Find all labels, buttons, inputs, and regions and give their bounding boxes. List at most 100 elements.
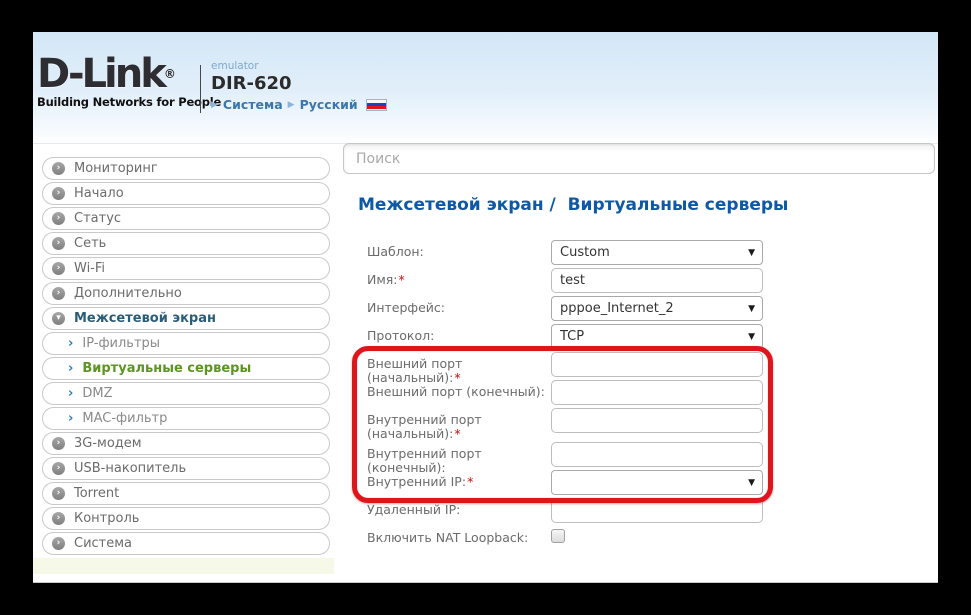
sidebar-item-3g-modem[interactable]: › 3G-модем [42, 432, 330, 455]
chevron-down-icon: ▼ [748, 332, 755, 342]
sidebar-item-torrent[interactable]: › Torrent [42, 482, 330, 505]
search-input[interactable] [343, 143, 935, 174]
nat-loopback-checkbox[interactable] [551, 529, 565, 543]
virtual-servers-form: Шаблон: Custom ▼ Имя:* Интерфейс: pppoe_I… [367, 240, 787, 552]
chevron-right-icon: › [68, 411, 73, 426]
template-select[interactable]: Custom ▼ [551, 240, 763, 265]
header-divider [200, 65, 201, 113]
emulator-label: emulator [211, 60, 387, 72]
form-row-internal-port-end: Внутренний порт (конечный): [367, 442, 787, 470]
chevron-circle-icon: › [52, 437, 65, 450]
chevron-circle-icon: › [52, 162, 65, 175]
chevron-circle-icon: › [52, 512, 65, 525]
select-value: TCP [560, 329, 584, 344]
required-asterisk: * [467, 474, 473, 489]
interface-label: Интерфейс: [367, 296, 551, 315]
sidebar-item-control[interactable]: › Контроль [42, 507, 330, 530]
breadcrumb-language-link[interactable]: Русский [300, 97, 358, 112]
chevron-down-icon: ▼ [748, 248, 755, 258]
chevron-down-circle-icon: ▾ [52, 312, 65, 325]
sidebar-item-firewall[interactable]: ▾ Межсетевой экран [42, 307, 330, 330]
sidebar-item-start[interactable]: › Начало [42, 182, 330, 205]
chevron-circle-icon: › [52, 212, 65, 225]
sidebar-item-label: Сеть [74, 236, 106, 251]
internal-port-end-input[interactable] [551, 442, 763, 467]
remote-ip-input[interactable] [551, 498, 763, 523]
chevron-circle-icon: › [52, 537, 65, 550]
form-row-remote-ip: Удаленный IP: [367, 498, 787, 526]
form-row-nat-loopback: Включить NAT Loopback: [367, 526, 787, 552]
select-value: pppoe_Internet_2 [560, 301, 674, 316]
sidebar-item-label: Межсетевой экран [74, 311, 216, 326]
protocol-label: Протокол: [367, 324, 551, 343]
internal-ip-select[interactable]: ▼ [551, 470, 763, 495]
sidebar-item-monitoring[interactable]: › Мониторинг [42, 157, 330, 180]
sidebar-item-label: Мониторинг [74, 161, 158, 176]
page-title: Межсетевой экран / Виртуальные серверы [358, 195, 788, 215]
form-row-name: Имя:* [367, 268, 787, 296]
form-row-template: Шаблон: Custom ▼ [367, 240, 787, 268]
breadcrumb: ▶ Система ▶ Русский [211, 97, 387, 112]
sidebar-item-status[interactable]: › Статус [42, 207, 330, 230]
sidebar-item-label: Статус [74, 211, 121, 226]
template-label: Шаблон: [367, 240, 551, 259]
interface-select[interactable]: pppoe_Internet_2 ▼ [551, 296, 763, 321]
sidebar-item-network[interactable]: › Сеть [42, 232, 330, 255]
sidebar-item-advanced[interactable]: › Дополнительно [42, 282, 330, 305]
sidebar-item-label: 3G-модем [74, 436, 142, 451]
internal-port-start-input[interactable] [551, 408, 763, 433]
name-label: Имя:* [367, 268, 551, 287]
breadcrumb-system-link[interactable]: Система [223, 97, 283, 112]
name-input[interactable] [551, 268, 763, 293]
breadcrumb-arrow-icon: ▶ [288, 100, 295, 110]
form-row-external-port-end: Внешний порт (конечный): [367, 380, 787, 408]
external-port-end-input[interactable] [551, 380, 763, 405]
sidebar-item-system[interactable]: › Система [42, 532, 330, 555]
sidebar-item-label: IP-фильтры [82, 336, 160, 351]
model-name: DIR-620 [211, 73, 387, 94]
chevron-circle-icon: › [52, 237, 65, 250]
sidebar-item-label: Система [74, 536, 132, 551]
form-row-internal-ip: Внутренний IP:* ▼ [367, 470, 787, 498]
sidebar-item-ip-filters[interactable]: › IP-фильтры [42, 332, 330, 355]
external-port-start-input[interactable] [551, 352, 763, 377]
form-row-internal-port-start: Внутренний порт (начальный):* [367, 408, 787, 442]
sidebar-item-wifi[interactable]: › Wi-Fi [42, 257, 330, 280]
sidebar-item-label: Дополнительно [74, 286, 182, 301]
select-value: Custom [560, 245, 610, 260]
sidebar-item-virtual-servers[interactable]: ›Виртуальные серверы [42, 357, 330, 380]
sidebar-item-label: USB-накопитель [74, 461, 186, 476]
sidebar-item-label: Контроль [74, 511, 139, 526]
sidebar-item-label: DMZ [82, 386, 112, 401]
sidebar-item-usb-storage[interactable]: ›USB-накопитель [42, 457, 330, 480]
header: D-Link® Building Networks for People emu… [33, 32, 938, 144]
chevron-circle-icon: › [52, 287, 65, 300]
chevron-circle-icon: › [52, 187, 65, 200]
form-row-external-port-start: Внешний порт (начальный):* [367, 352, 787, 380]
required-asterisk: * [454, 426, 460, 441]
sidebar-item-label: Torrent [74, 486, 119, 501]
registered-mark: ® [164, 67, 176, 81]
nat-loopback-label: Включить NAT Loopback: [367, 526, 551, 545]
sidebar-item-label: MAC-фильтр [82, 411, 167, 426]
sidebar-item-label: Начало [74, 186, 124, 201]
sidebar-menu: › Мониторинг › Начало › Статус › Сеть › Wi-Fi… [42, 157, 330, 557]
chevron-right-icon: › [68, 336, 73, 351]
chevron-down-icon: ▼ [748, 304, 755, 314]
sidebar-item-dmz[interactable]: › DMZ [42, 382, 330, 405]
router-admin-page: D-Link® Building Networks for People emu… [33, 32, 938, 583]
form-row-interface: Интерфейс: pppoe_Internet_2 ▼ [367, 296, 787, 324]
sidebar-item-label: Виртуальные серверы [82, 361, 251, 376]
internal-port-start-label: Внутренний порт (начальный):* [367, 408, 551, 441]
chevron-circle-icon: › [52, 262, 65, 275]
form-row-protocol: Протокол: TCP ▼ [367, 324, 787, 352]
russian-flag-icon[interactable] [366, 99, 387, 111]
external-port-end-label: Внешний порт (конечный): [367, 380, 551, 399]
sidebar-item-label: Wi-Fi [74, 261, 105, 276]
sidebar-item-mac-filter[interactable]: › MAC-фильтр [42, 407, 330, 430]
required-asterisk: * [399, 272, 405, 287]
protocol-select[interactable]: TCP ▼ [551, 324, 763, 349]
chevron-circle-icon: › [52, 487, 65, 500]
chevron-right-icon: › [68, 386, 73, 401]
breadcrumb-arrow-icon: ▶ [211, 100, 218, 110]
